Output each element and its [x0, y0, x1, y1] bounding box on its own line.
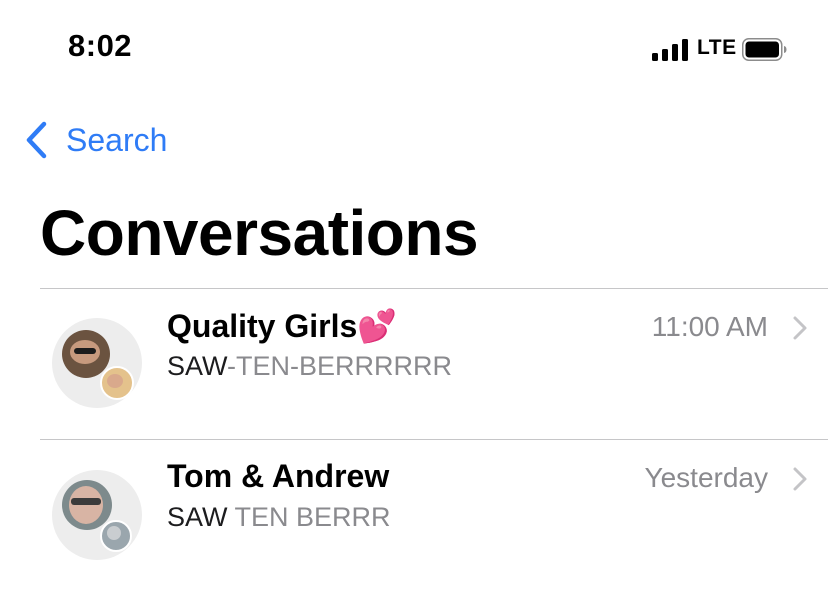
conversation-title: Quality Girls💕 — [167, 308, 398, 344]
preview-text: TEN BERRR — [227, 502, 391, 532]
conversation-row-quality-girls[interactable]: Quality Girls💕 SAW-TEN-BERRRRRR 11:00 AM — [0, 289, 828, 439]
back-button-label: Search — [66, 121, 168, 158]
conversation-preview: SAW-TEN-BERRRRRR — [167, 351, 452, 382]
conversation-time: 11:00 AM — [651, 311, 768, 342]
status-time: 8:02 — [68, 28, 133, 63]
chevron-left-icon — [26, 121, 47, 159]
back-button[interactable]: Search — [24, 118, 167, 162]
chevron-right-icon — [793, 467, 807, 491]
page-title: Conversations — [40, 197, 479, 269]
battery-icon — [742, 38, 787, 61]
status-bar: 8:02 LTE — [0, 0, 828, 100]
chevron-right-icon — [793, 316, 807, 340]
cellular-signal-icon — [652, 39, 690, 61]
conversation-row-tom-andrew[interactable]: Tom & Andrew SAW TEN BERRR Yesterday — [0, 440, 828, 590]
preview-text: -TEN-BERRRRRR — [227, 351, 453, 381]
conversation-preview: SAW TEN BERRR — [167, 502, 391, 533]
network-type-label: LTE — [697, 36, 737, 59]
preview-sender: SAW — [167, 351, 228, 381]
preview-sender: SAW — [167, 502, 228, 532]
group-avatar — [52, 318, 142, 408]
conversation-title: Tom & Andrew — [167, 458, 390, 494]
conversation-time: Yesterday — [644, 462, 769, 493]
group-avatar — [52, 470, 142, 560]
